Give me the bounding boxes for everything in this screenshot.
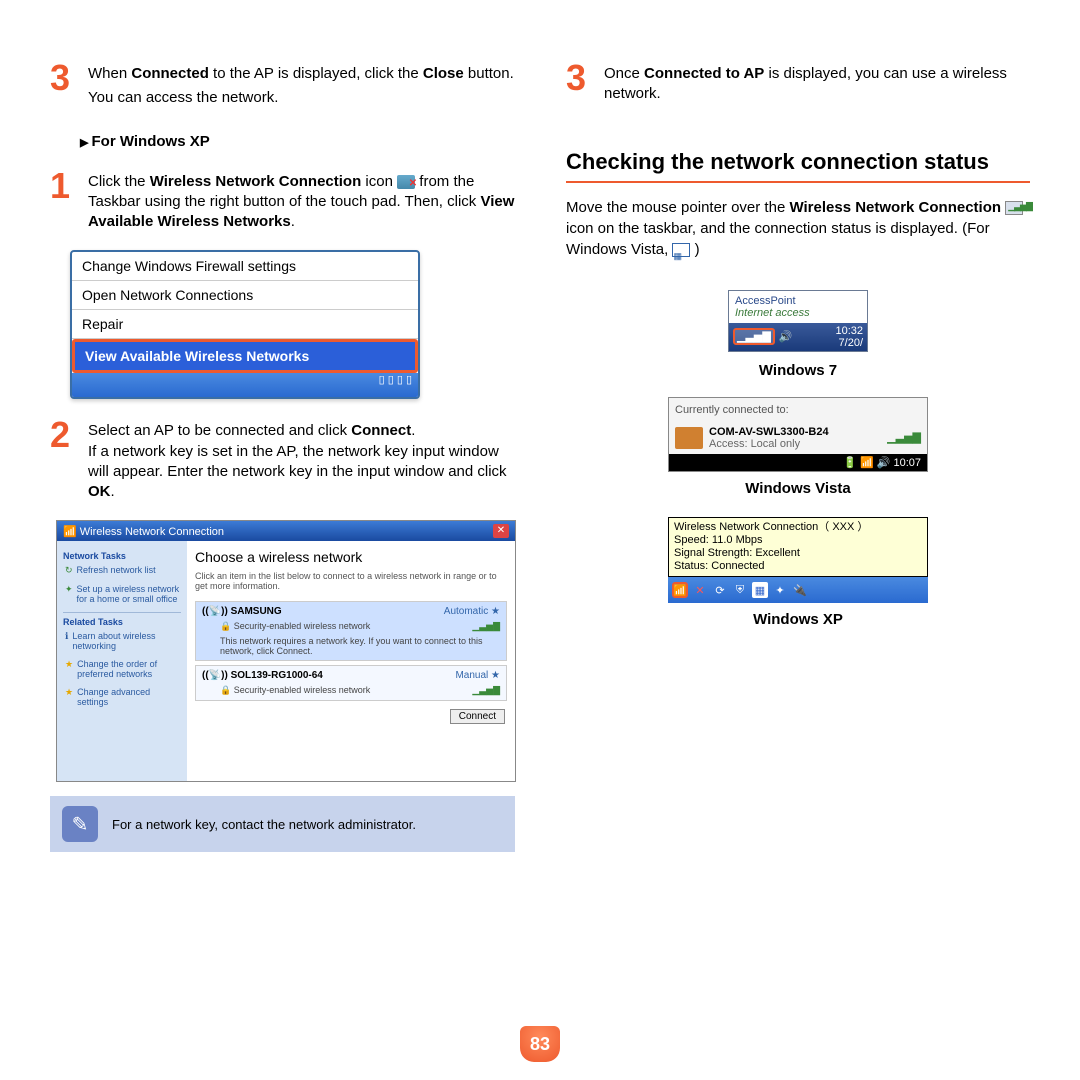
step-body: Click the Wireless Network Connection ic… xyxy=(88,168,516,233)
network-item-sol[interactable]: ((📡)) SOL139-RG1000-64Manual ★ 🔒 Securit… xyxy=(195,665,507,701)
tray-icon[interactable]: 🔌 xyxy=(792,582,808,598)
menu-item-firewall[interactable]: Change Windows Firewall settings xyxy=(72,252,418,281)
taskbar-snippet: ▯ ▯ ▯ ▯ xyxy=(72,373,418,397)
section-paragraph: Move the mouse pointer over the Wireless… xyxy=(566,197,1030,260)
note-text: For a network key, contact the network a… xyxy=(112,817,416,832)
window-titlebar: 📶 Wireless Network Connection ✕ xyxy=(57,521,515,541)
tray-icon[interactable]: ✕ xyxy=(692,582,708,598)
context-menu: Change Windows Firewall settings Open Ne… xyxy=(70,250,420,399)
speaker-icon[interactable]: 🔊 xyxy=(779,330,793,343)
tooltip: Wireless Network Connection（ XXX ） Speed… xyxy=(668,517,928,578)
step-number: 3 xyxy=(566,60,594,105)
note-box: ✎ For a network key, contact the network… xyxy=(50,796,515,852)
section-heading: Checking the network connection status xyxy=(566,149,1030,183)
step-number: 1 xyxy=(50,168,78,233)
windows-vista-popup: Currently connected to: COM-AV-SWL3300-B… xyxy=(668,397,928,472)
window-sidebar: Network Tasks ↻Refresh network list ✦Set… xyxy=(57,541,187,781)
sidebar-setup[interactable]: ✦Set up a wireless network for a home or… xyxy=(65,584,181,604)
sidebar-learn[interactable]: ℹLearn about wireless networking xyxy=(65,631,181,651)
note-icon: ✎ xyxy=(62,806,98,842)
step-3a: 3 When Connected to the AP is displayed,… xyxy=(50,60,516,109)
step-body: Select an AP to be connected and click C… xyxy=(88,417,516,502)
wireless-icon: ✕ xyxy=(397,175,415,189)
step-body: Once Connected to AP is displayed, you c… xyxy=(604,60,1030,105)
menu-item-open-connections[interactable]: Open Network Connections xyxy=(72,281,418,310)
tray-icon[interactable]: ⛨ xyxy=(732,582,748,598)
window-main: Choose a wireless network Click an item … xyxy=(187,541,515,781)
windows7-popup: AccessPoint Internet access ▁▃▅▇ 🔊 10:32… xyxy=(728,290,868,352)
windows-xp-popup: Wireless Network Connection（ XXX ） Speed… xyxy=(668,517,928,604)
menu-item-repair[interactable]: Repair xyxy=(72,310,418,339)
network-item-samsung[interactable]: ((📡)) SAMSUNGAutomatic ★ 🔒 Security-enab… xyxy=(195,601,507,661)
wireless-network-connection-window: 📶 Wireless Network Connection ✕ Network … xyxy=(56,520,516,782)
for-windows-xp-heading: For Windows XP xyxy=(80,133,516,150)
connect-button[interactable]: Connect xyxy=(450,709,505,724)
step-1: 1 Click the Wireless Network Connection … xyxy=(50,168,516,233)
signal-icon: ▁▃▅▇ xyxy=(887,431,921,444)
close-icon[interactable]: ✕ xyxy=(493,524,509,538)
vista-network-icon: ▦ xyxy=(672,243,690,257)
step-body: When Connected to the AP is displayed, c… xyxy=(88,60,516,109)
bench-icon xyxy=(675,427,703,449)
tray-icon[interactable]: ▦ xyxy=(752,582,768,598)
caption-vista: Windows Vista xyxy=(566,480,1030,497)
step-2: 2 Select an AP to be connected and click… xyxy=(50,417,516,502)
tray-icon[interactable]: ⟳ xyxy=(712,582,728,598)
sidebar-order[interactable]: ★Change the order of preferred networks xyxy=(65,659,181,679)
signal-icon[interactable]: ▁▃▅▇ xyxy=(733,328,775,345)
caption-xp: Windows XP xyxy=(566,611,1030,628)
step-3b: 3 Once Connected to AP is displayed, you… xyxy=(566,60,1030,105)
sidebar-refresh[interactable]: ↻Refresh network list xyxy=(65,565,181,576)
tray-icon[interactable]: ✦ xyxy=(772,582,788,598)
battery-icon[interactable]: 🔋 xyxy=(843,457,857,469)
step-number: 2 xyxy=(50,417,78,502)
caption-windows7: Windows 7 xyxy=(566,362,1030,379)
speaker-icon[interactable]: 🔊 xyxy=(877,457,891,469)
page-number: 83 xyxy=(520,1026,560,1062)
sidebar-advanced[interactable]: ★Change advanced settings xyxy=(65,687,181,707)
step-number: 3 xyxy=(50,60,78,109)
network-icon[interactable]: 📶 xyxy=(860,457,874,469)
wireless-icon[interactable]: 📶 xyxy=(672,582,688,598)
xp-taskbar: 📶 ✕ ⟳ ⛨ ▦ ✦ 🔌 xyxy=(668,577,928,603)
menu-item-view-networks[interactable]: View Available Wireless Networks xyxy=(72,339,418,373)
signal-icon: ▁▃▅▇ xyxy=(1005,201,1023,215)
